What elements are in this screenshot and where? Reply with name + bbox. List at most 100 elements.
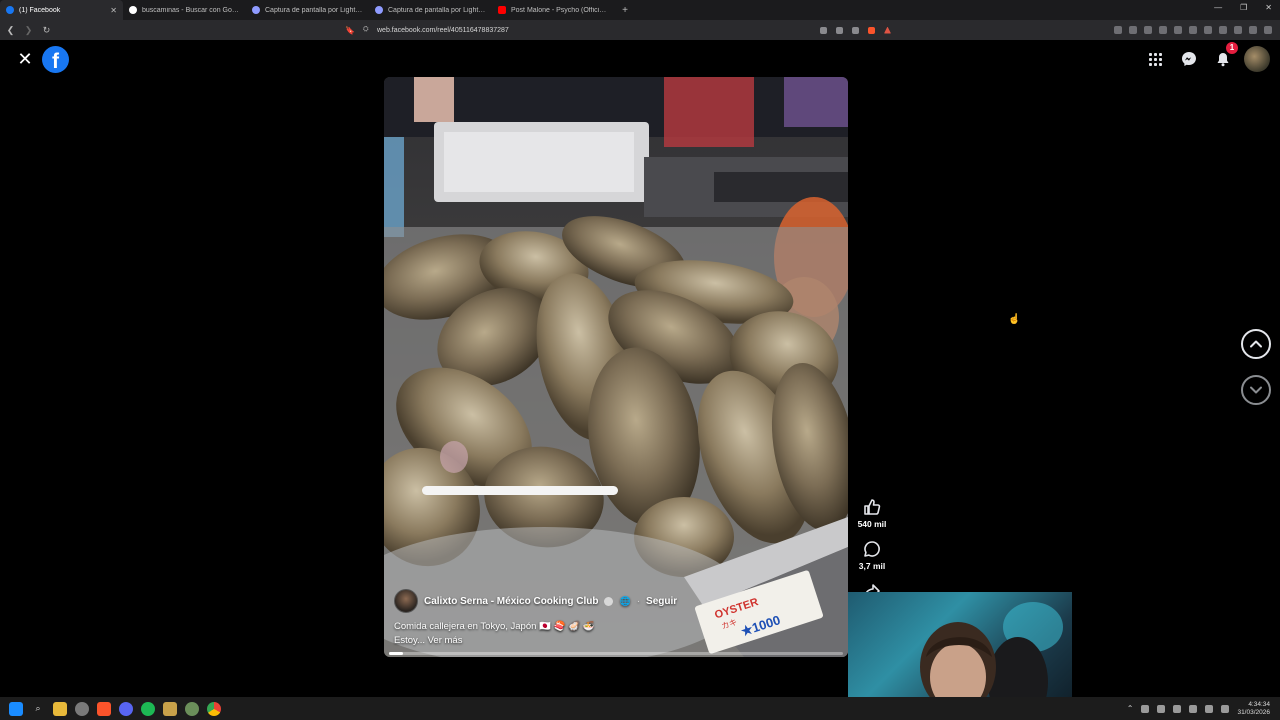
extension-icon[interactable] <box>1114 26 1122 34</box>
video-progress-fill <box>389 652 403 655</box>
profile-avatar[interactable] <box>1244 46 1270 72</box>
share-icon[interactable] <box>852 26 859 34</box>
author-avatar[interactable] <box>394 589 418 613</box>
comment-action[interactable]: 3,7 mil <box>859 539 885 571</box>
extension-icon[interactable] <box>1174 26 1182 34</box>
notifications-button[interactable]: 1 <box>1210 42 1238 72</box>
facebook-logo-icon[interactable]: f <box>42 46 69 73</box>
extension-icon[interactable] <box>1129 26 1137 34</box>
tab-title: Captura de pantalla por Lightshot <box>265 6 363 14</box>
discord-icon[interactable] <box>119 701 133 716</box>
extension-icon[interactable] <box>1189 26 1197 34</box>
system-tray: ⌃ 4:34:34 31/03/2026 <box>1127 697 1270 720</box>
menu-grid-button[interactable] <box>1142 46 1168 72</box>
zoom-icon[interactable] <box>836 26 843 34</box>
author-name[interactable]: Calixto Serna - México Cooking Club <box>424 596 598 607</box>
reel-caption: Comida callejera en Tokyo, Japón 🇯🇵 🍣 🦪 … <box>394 620 594 648</box>
tab-title: buscaminas - Buscar con Google <box>142 6 240 14</box>
messenger-button[interactable] <box>1176 46 1202 72</box>
app-icon[interactable] <box>163 701 177 716</box>
app-icon[interactable] <box>185 701 199 716</box>
bell-icon <box>1217 52 1229 66</box>
new-tab-button[interactable]: + <box>615 5 635 16</box>
forward-icon[interactable]: ❯ <box>21 25 36 36</box>
google-favicon-icon <box>129 6 137 14</box>
search-icon[interactable]: ⌕ <box>31 702 45 716</box>
caption-line: Estoy... Ver más <box>394 634 594 648</box>
like-count: 540 mil <box>857 519 887 529</box>
network-icon[interactable] <box>1205 704 1214 713</box>
messenger-icon <box>1182 52 1196 66</box>
tab-title: Captura de pantalla por Lightshot <box>388 6 486 14</box>
status-icon[interactable] <box>1141 704 1150 713</box>
video-progress-bar[interactable] <box>389 652 843 655</box>
verified-badge-icon <box>604 596 614 606</box>
close-reel-icon[interactable]: ✕ <box>16 50 34 68</box>
extension-icon[interactable] <box>1144 26 1152 34</box>
page-view-icon[interactable] <box>820 26 827 34</box>
minimize-icon[interactable]: — <box>1214 3 1222 12</box>
tab-youtube[interactable]: Post Malone - Psycho (Official Music <box>492 0 615 20</box>
video-overlay-bar <box>422 486 618 495</box>
tab-lightshot-1[interactable]: Captura de pantalla por Lightshot <box>246 0 369 20</box>
taskbar-apps: ⌕ <box>9 701 221 716</box>
globe-icon: 🌐 <box>619 595 631 606</box>
windows-start-icon[interactable] <box>9 701 23 716</box>
address-bar-actions <box>820 26 891 34</box>
tab-google-search[interactable]: buscaminas - Buscar con Google <box>123 0 246 20</box>
see-more-link[interactable]: Ver más <box>428 635 463 646</box>
previous-reel-button[interactable] <box>1241 329 1271 359</box>
app-icon[interactable] <box>75 701 89 716</box>
oysters-video-frame: OYSTER カキ ★1000 <box>384 77 848 657</box>
vpn-icon[interactable] <box>1249 26 1257 34</box>
back-icon[interactable]: ❮ <box>3 25 18 36</box>
bookmark-icon[interactable]: 🔖 <box>345 26 363 35</box>
chevron-up-icon[interactable]: ⌃ <box>1127 704 1134 713</box>
volume-icon[interactable] <box>1221 704 1230 713</box>
tab-lightshot-2[interactable]: Captura de pantalla por Lightshot <box>369 0 492 20</box>
url-text: web.facebook.com/reel/405116478837287 <box>377 26 509 34</box>
wallet-icon[interactable] <box>1234 26 1242 34</box>
chevron-down-icon <box>1250 386 1262 394</box>
file-explorer-icon[interactable] <box>53 701 67 716</box>
microphone-icon[interactable] <box>1157 704 1166 713</box>
maximize-icon[interactable]: ❐ <box>1240 3 1247 12</box>
close-tab-icon[interactable]: ✕ <box>110 6 117 15</box>
sidebar-icon[interactable] <box>1219 26 1227 34</box>
tab-facebook[interactable]: (1) Facebook ✕ <box>0 0 123 20</box>
youtube-favicon-icon <box>498 6 506 14</box>
tab-title: (1) Facebook <box>19 6 61 14</box>
keyboard-icon[interactable] <box>1173 704 1182 713</box>
comment-icon <box>862 539 882 559</box>
brave-browser-icon[interactable] <box>97 701 111 716</box>
spotify-icon[interactable] <box>141 701 155 716</box>
follow-button[interactable]: Seguir <box>646 596 677 607</box>
window-close-icon[interactable]: ✕ <box>1265 3 1272 12</box>
mouse-cursor-icon: ☝ <box>1008 314 1021 325</box>
site-info-icon[interactable]: ⛭ <box>363 26 377 34</box>
window-controls: — ❐ ✕ <box>1214 3 1272 12</box>
caption-truncated: Estoy... <box>394 635 425 646</box>
chrome-icon[interactable] <box>207 701 221 716</box>
media-icon[interactable] <box>1204 26 1212 34</box>
extension-icon[interactable] <box>1159 26 1167 34</box>
brave-shields-icon[interactable] <box>868 26 875 34</box>
extensions-toolbar <box>1114 26 1272 34</box>
browser-tab-bar: (1) Facebook ✕ buscaminas - Buscar con G… <box>0 0 1280 20</box>
notification-badge: 1 <box>1226 42 1238 54</box>
reel-video[interactable]: OYSTER カキ ★1000 Calixto Serna - México C… <box>384 77 848 657</box>
tab-title: Post Malone - Psycho (Official Music <box>511 6 609 14</box>
clock-date: 31/03/2026 <box>1237 708 1270 716</box>
like-action[interactable]: 540 mil <box>857 497 887 529</box>
display-icon[interactable] <box>1189 704 1198 713</box>
facebook-top-right-menu: 1 <box>1142 42 1270 72</box>
lightshot-favicon-icon <box>252 6 260 14</box>
taskbar-clock[interactable]: 4:34:34 31/03/2026 <box>1237 701 1270 717</box>
brave-rewards-icon[interactable] <box>884 26 891 34</box>
browser-address-bar: ❮ ❯ ↻ 🔖 ⛭ web.facebook.com/reel/40511647… <box>0 20 1280 40</box>
reload-icon[interactable]: ↻ <box>39 25 54 36</box>
clock-time: 4:34:34 <box>1248 700 1270 708</box>
next-reel-button[interactable] <box>1241 375 1271 405</box>
separator-dot: · <box>636 595 641 607</box>
menu-icon[interactable] <box>1264 26 1272 34</box>
